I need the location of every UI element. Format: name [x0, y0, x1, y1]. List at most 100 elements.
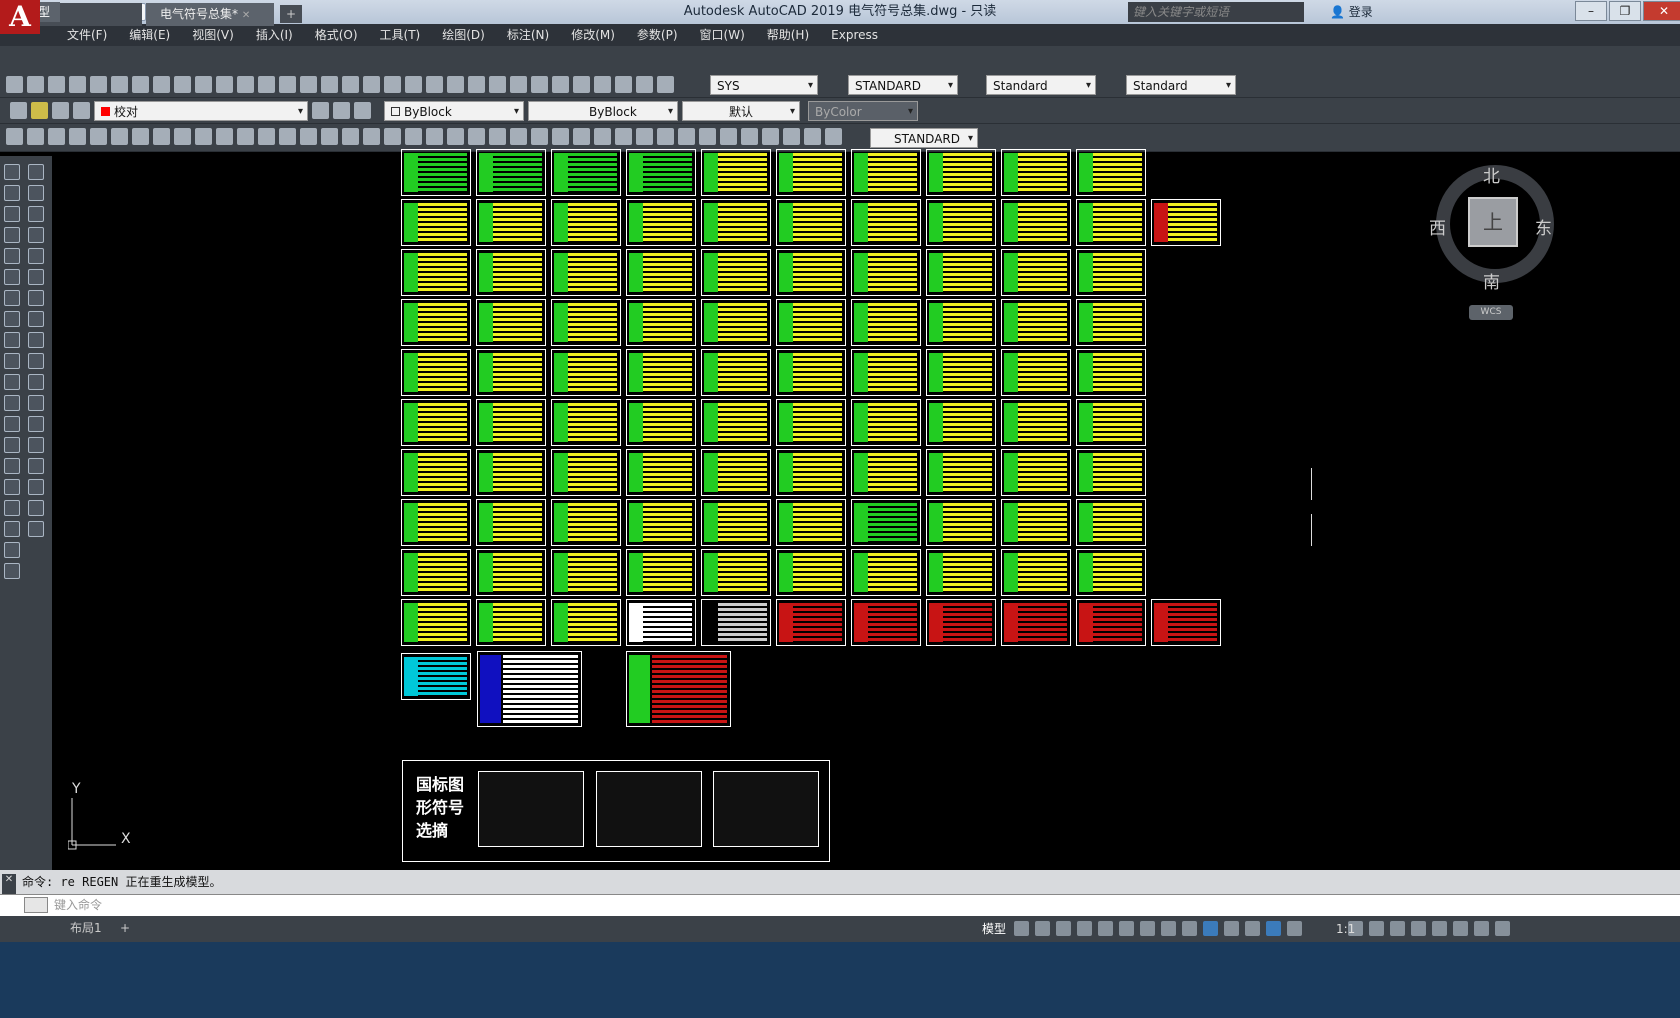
plotstyle-dropdown[interactable]: ByColor [808, 101, 918, 122]
dim-snap-tool-icon-26[interactable] [531, 128, 548, 145]
standard-tool-icon-7[interactable] [132, 76, 149, 93]
status-toggle-icon-1[interactable] [1014, 921, 1029, 936]
menu-tools[interactable]: 工具(T) [369, 24, 432, 46]
status-toggle-icon-4[interactable] [1077, 921, 1092, 936]
status-toggle-icon-19[interactable] [1432, 921, 1447, 936]
dim-snap-tool-icon-1[interactable] [6, 128, 23, 145]
command-line[interactable] [0, 894, 1680, 916]
standard-tool-icon-6[interactable] [111, 76, 128, 93]
standard-tool-icon-18[interactable] [363, 76, 380, 93]
dim-snap-tool-icon-28[interactable] [573, 128, 590, 145]
standard-tool-icon-26[interactable] [531, 76, 548, 93]
dim-snap-tool-icon-31[interactable] [636, 128, 653, 145]
menu-express[interactable]: Express [820, 24, 889, 46]
status-toggle-icon-18[interactable] [1411, 921, 1426, 936]
draw-tool-icon-12[interactable] [4, 395, 20, 411]
dim-snap-tool-icon-27[interactable] [552, 128, 569, 145]
lock-icon[interactable] [73, 102, 90, 119]
status-toggle-icon-11[interactable] [1224, 921, 1239, 936]
dim-style-selector[interactable]: STANDARD [870, 128, 978, 149]
lineweight-dropdown[interactable]: 默认 [682, 101, 800, 122]
standard-tool-icon-28[interactable] [573, 76, 590, 93]
tab-close-icon[interactable]: ✕ [242, 10, 250, 21]
dim-snap-tool-icon-37[interactable] [762, 128, 779, 145]
dim-snap-tool-icon-40[interactable] [825, 128, 842, 145]
modify-tool-icon-2[interactable] [28, 185, 44, 201]
modify-tool-icon-14[interactable] [28, 437, 44, 453]
dim-snap-tool-icon-16[interactable] [321, 128, 338, 145]
dim-snap-tool-icon-35[interactable] [720, 128, 737, 145]
dim-snap-tool-icon-4[interactable] [69, 128, 86, 145]
standard-tool-icon-19[interactable] [384, 76, 401, 93]
status-toggle-icon-8[interactable] [1161, 921, 1176, 936]
dim-snap-tool-icon-29[interactable] [594, 128, 611, 145]
standard-tool-icon-11[interactable] [216, 76, 233, 93]
layer-states-icon[interactable] [354, 102, 371, 119]
draw-tool-icon-2[interactable] [4, 185, 20, 201]
dim-snap-tool-icon-9[interactable] [174, 128, 191, 145]
layout-tab-add[interactable]: + [110, 918, 140, 938]
menu-view[interactable]: 视图(V) [181, 24, 245, 46]
dim-snap-tool-icon-25[interactable] [510, 128, 527, 145]
close-button[interactable]: ✕ [1643, 1, 1680, 21]
draw-tool-icon-8[interactable] [4, 311, 20, 327]
menu-dimension[interactable]: 标注(N) [496, 24, 560, 46]
modify-tool-icon-5[interactable] [28, 248, 44, 264]
menu-draw[interactable]: 绘图(D) [431, 24, 496, 46]
standard-tool-icon-8[interactable] [153, 76, 170, 93]
command-input[interactable]: 键入命令 [54, 894, 102, 916]
annotation-scale[interactable]: 1:1 [1336, 920, 1355, 938]
maximize-button[interactable]: ❐ [1609, 1, 1641, 21]
status-toggle-icon-13[interactable] [1266, 921, 1281, 936]
draw-tool-icon-17[interactable] [4, 500, 20, 516]
dim-snap-tool-icon-10[interactable] [195, 128, 212, 145]
menu-insert[interactable]: 插入(I) [245, 24, 304, 46]
modify-tool-icon-4[interactable] [28, 227, 44, 243]
compass-south[interactable]: 南 [1483, 268, 1500, 293]
dim-snap-tool-icon-33[interactable] [678, 128, 695, 145]
status-toggle-icon-12[interactable] [1245, 921, 1260, 936]
standard-tool-icon-5[interactable] [90, 76, 107, 93]
layout-tab-layout1[interactable]: 布局1 [60, 918, 112, 938]
dim-snap-tool-icon-39[interactable] [804, 128, 821, 145]
modify-tool-icon-18[interactable] [28, 521, 44, 537]
dim-snap-tool-icon-18[interactable] [363, 128, 380, 145]
draw-tool-icon-9[interactable] [4, 332, 20, 348]
standard-tool-icon-1[interactable] [6, 76, 23, 93]
standard-tool-icon-25[interactable] [510, 76, 527, 93]
modify-tool-icon-6[interactable] [28, 269, 44, 285]
draw-tool-icon-7[interactable] [4, 290, 20, 306]
status-toggle-icon-5[interactable] [1098, 921, 1113, 936]
draw-tool-icon-20[interactable] [4, 563, 20, 579]
menu-modify[interactable]: 修改(M) [560, 24, 626, 46]
dim-snap-tool-icon-23[interactable] [468, 128, 485, 145]
status-toggle-icon-7[interactable] [1140, 921, 1155, 936]
wcs-menu-button[interactable]: WCS [1469, 305, 1513, 320]
draw-tool-icon-10[interactable] [4, 353, 20, 369]
standard-tool-icon-20[interactable] [405, 76, 422, 93]
dim-snap-tool-icon-5[interactable] [90, 128, 107, 145]
draw-tool-icon-13[interactable] [4, 416, 20, 432]
standard-tool-icon-30[interactable] [615, 76, 632, 93]
standard-tool-icon-3[interactable] [48, 76, 65, 93]
modify-tool-icon-17[interactable] [28, 500, 44, 516]
command-prompt-icon[interactable] [24, 897, 48, 913]
minimize-button[interactable]: – [1575, 1, 1607, 21]
standard-tool-icon-10[interactable] [195, 76, 212, 93]
text-style-dropdown[interactable]: SYS [710, 75, 818, 96]
draw-tool-icon-14[interactable] [4, 437, 20, 453]
draw-tool-icon-19[interactable] [4, 542, 20, 558]
modify-tool-icon-11[interactable] [28, 374, 44, 390]
viewcube-face[interactable]: 上 [1468, 197, 1518, 247]
dim-snap-tool-icon-15[interactable] [300, 128, 317, 145]
lightbulb-icon[interactable] [31, 102, 48, 119]
dim-snap-tool-icon-2[interactable] [27, 128, 44, 145]
standard-tool-icon-21[interactable] [426, 76, 443, 93]
modify-tool-icon-10[interactable] [28, 353, 44, 369]
status-toggle-icon-6[interactable] [1119, 921, 1134, 936]
dim-snap-tool-icon-34[interactable] [699, 128, 716, 145]
model-space-toggle[interactable]: 模型 [982, 920, 1006, 938]
dim-snap-tool-icon-19[interactable] [384, 128, 401, 145]
draw-tool-icon-11[interactable] [4, 374, 20, 390]
standard-tool-icon-16[interactable] [321, 76, 338, 93]
